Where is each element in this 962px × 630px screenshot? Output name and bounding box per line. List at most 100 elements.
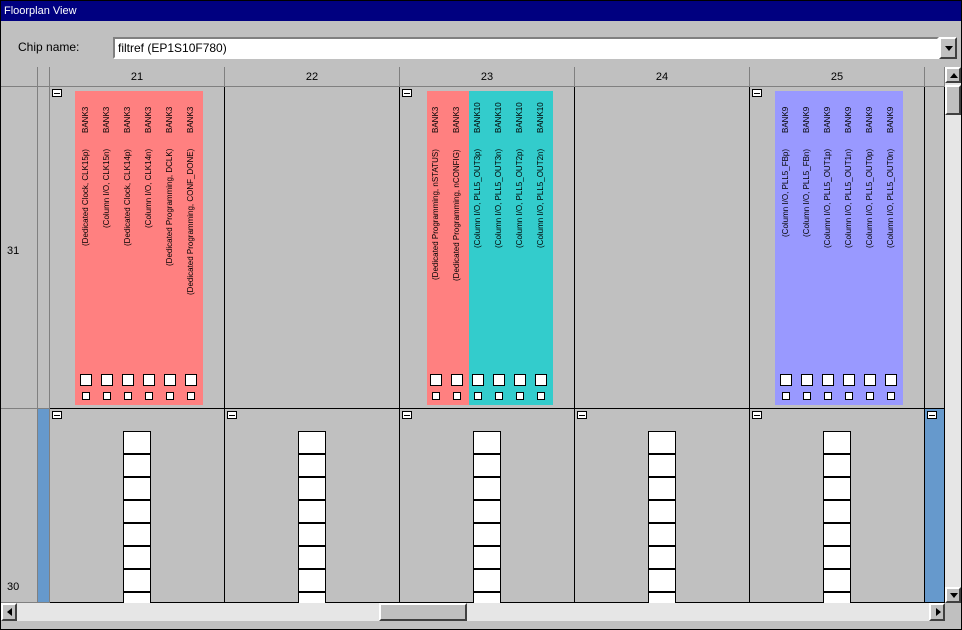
lab-cell[interactable] bbox=[298, 454, 326, 477]
vertical-scroll-thumb[interactable] bbox=[945, 85, 961, 115]
pin-pad-small[interactable] bbox=[803, 392, 811, 400]
cell-r31-c21[interactable]: BANK3 (Dedicated Clock, CLK15p) BANK3 (Colu… bbox=[50, 87, 225, 409]
pin-column[interactable]: BANK3 (Column I/O, CLK15n) bbox=[98, 91, 119, 405]
lab-cell[interactable] bbox=[473, 477, 501, 500]
lab-cell[interactable] bbox=[473, 500, 501, 523]
pin-pad[interactable] bbox=[535, 374, 547, 386]
pin-column[interactable]: BANK10 (Column I/O, PLL5_OUT2n) bbox=[532, 91, 553, 405]
pin-column[interactable]: BANK3 (Dedicated Clock, CLK14p) bbox=[119, 91, 140, 405]
pin-pad-small[interactable] bbox=[866, 392, 874, 400]
pin-column[interactable]: BANK3 (Dedicated Programming, DCLK) bbox=[161, 91, 182, 405]
pin-pad[interactable] bbox=[122, 374, 134, 386]
pin-pad-small[interactable] bbox=[166, 392, 174, 400]
lab-cell[interactable] bbox=[473, 454, 501, 477]
scroll-right-button[interactable] bbox=[929, 603, 945, 621]
lab-cell[interactable] bbox=[473, 546, 501, 569]
row-header-30[interactable]: 30 bbox=[1, 409, 38, 603]
cell-r30-c22[interactable] bbox=[225, 409, 400, 615]
cell-r30-c26[interactable] bbox=[925, 409, 945, 603]
pin-pad[interactable] bbox=[885, 374, 897, 386]
collapse-icon[interactable] bbox=[577, 411, 587, 419]
lab-cell[interactable] bbox=[123, 477, 151, 500]
lab-cell[interactable] bbox=[298, 431, 326, 454]
lab-cell[interactable] bbox=[823, 477, 851, 500]
lab-cell[interactable] bbox=[298, 477, 326, 500]
lab-cell[interactable] bbox=[648, 454, 676, 477]
lab-cell[interactable] bbox=[123, 546, 151, 569]
pin-pad[interactable] bbox=[780, 374, 792, 386]
lab-cell[interactable] bbox=[123, 431, 151, 454]
lab-cell[interactable] bbox=[648, 546, 676, 569]
cell-r30-c23[interactable] bbox=[400, 409, 575, 615]
pin-pad[interactable] bbox=[101, 374, 113, 386]
lab-cell[interactable] bbox=[298, 546, 326, 569]
pin-pad-small[interactable] bbox=[432, 392, 440, 400]
collapse-icon[interactable] bbox=[927, 411, 937, 419]
pin-column[interactable]: BANK3 (Dedicated Clock, CLK15p) bbox=[77, 91, 98, 405]
cell-r31-c24[interactable] bbox=[575, 87, 750, 409]
collapse-icon[interactable] bbox=[52, 89, 62, 97]
pin-pad[interactable] bbox=[864, 374, 876, 386]
pin-pad[interactable] bbox=[843, 374, 855, 386]
lab-cell[interactable] bbox=[298, 569, 326, 592]
column-header-23[interactable]: 23 bbox=[400, 67, 575, 87]
pin-pad-small[interactable] bbox=[145, 392, 153, 400]
pin-pad-small[interactable] bbox=[82, 392, 90, 400]
collapse-icon[interactable] bbox=[752, 89, 762, 97]
pin-pad-small[interactable] bbox=[824, 392, 832, 400]
lab-cell[interactable] bbox=[123, 454, 151, 477]
lab-cell[interactable] bbox=[648, 523, 676, 546]
lab-cell[interactable] bbox=[823, 546, 851, 569]
horizontal-scroll-thumb[interactable] bbox=[379, 603, 467, 621]
pin-pad[interactable] bbox=[164, 374, 176, 386]
lab-cell[interactable] bbox=[648, 431, 676, 454]
cell-r31-c26[interactable] bbox=[925, 87, 945, 409]
chip-name-combobox[interactable]: filtref (EP1S10F780) bbox=[113, 37, 939, 59]
pin-column[interactable]: BANK3 (Dedicated Programming, CONF_DONE) bbox=[182, 91, 203, 405]
scroll-left-button[interactable] bbox=[1, 603, 17, 621]
lab-cell[interactable] bbox=[823, 569, 851, 592]
cell-r31-c25[interactable]: BANK9 (Column I/O, PLL5_FBp) BANK9 (Column … bbox=[750, 87, 925, 409]
lab-cell[interactable] bbox=[648, 569, 676, 592]
pin-pad[interactable] bbox=[801, 374, 813, 386]
pin-column[interactable]: BANK9 (Column I/O, PLL5_OUT0n) bbox=[882, 91, 903, 405]
pin-pad-small[interactable] bbox=[103, 392, 111, 400]
lab-cell[interactable] bbox=[473, 523, 501, 546]
cell-r30-c25[interactable] bbox=[750, 409, 925, 615]
column-header-21[interactable]: 21 bbox=[50, 67, 225, 87]
lab-cell[interactable] bbox=[823, 454, 851, 477]
lab-cell[interactable] bbox=[298, 523, 326, 546]
pin-pad[interactable] bbox=[493, 374, 505, 386]
pin-column[interactable]: BANK3 (Column I/O, CLK14n) bbox=[140, 91, 161, 405]
pin-pad[interactable] bbox=[430, 374, 442, 386]
pin-column[interactable]: BANK3 (Dedicated Programming, nCONFIG) bbox=[448, 91, 469, 405]
pin-pad-small[interactable] bbox=[516, 392, 524, 400]
pin-pad-small[interactable] bbox=[845, 392, 853, 400]
pin-column[interactable]: BANK9 (Column I/O, PLL5_OUT1p) bbox=[819, 91, 840, 405]
chip-name-dropdown-button[interactable] bbox=[939, 37, 957, 59]
lab-cell[interactable] bbox=[648, 477, 676, 500]
pin-pad[interactable] bbox=[451, 374, 463, 386]
lab-cell[interactable] bbox=[123, 523, 151, 546]
collapse-icon[interactable] bbox=[227, 411, 237, 419]
lab-cell[interactable] bbox=[298, 500, 326, 523]
lab-cell[interactable] bbox=[123, 500, 151, 523]
pin-pad-small[interactable] bbox=[537, 392, 545, 400]
collapse-icon[interactable] bbox=[402, 89, 412, 97]
pin-pad-small[interactable] bbox=[124, 392, 132, 400]
column-header-25[interactable]: 25 bbox=[750, 67, 925, 87]
lab-cell[interactable] bbox=[473, 569, 501, 592]
cell-r31-c23[interactable]: BANK3 (Dedicated Programming, nSTATUS) BAN… bbox=[400, 87, 575, 409]
pin-column[interactable]: BANK10 (Column I/O, PLL5_OUT3p) bbox=[469, 91, 490, 405]
pin-column[interactable]: BANK3 (Dedicated Programming, nSTATUS) bbox=[427, 91, 448, 405]
pin-column[interactable]: BANK9 (Column I/O, PLL5_OUT0p) bbox=[861, 91, 882, 405]
cell-r30-c21[interactable] bbox=[50, 409, 225, 615]
pin-pad-small[interactable] bbox=[453, 392, 461, 400]
pin-pad[interactable] bbox=[143, 374, 155, 386]
pin-pad-small[interactable] bbox=[495, 392, 503, 400]
column-header-24[interactable]: 24 bbox=[575, 67, 750, 87]
pin-column[interactable]: BANK9 (Column I/O, PLL5_FBp) bbox=[777, 91, 798, 405]
pin-pad[interactable] bbox=[822, 374, 834, 386]
column-header-22[interactable]: 22 bbox=[225, 67, 400, 87]
row-header-31[interactable]: 31 bbox=[1, 87, 38, 409]
